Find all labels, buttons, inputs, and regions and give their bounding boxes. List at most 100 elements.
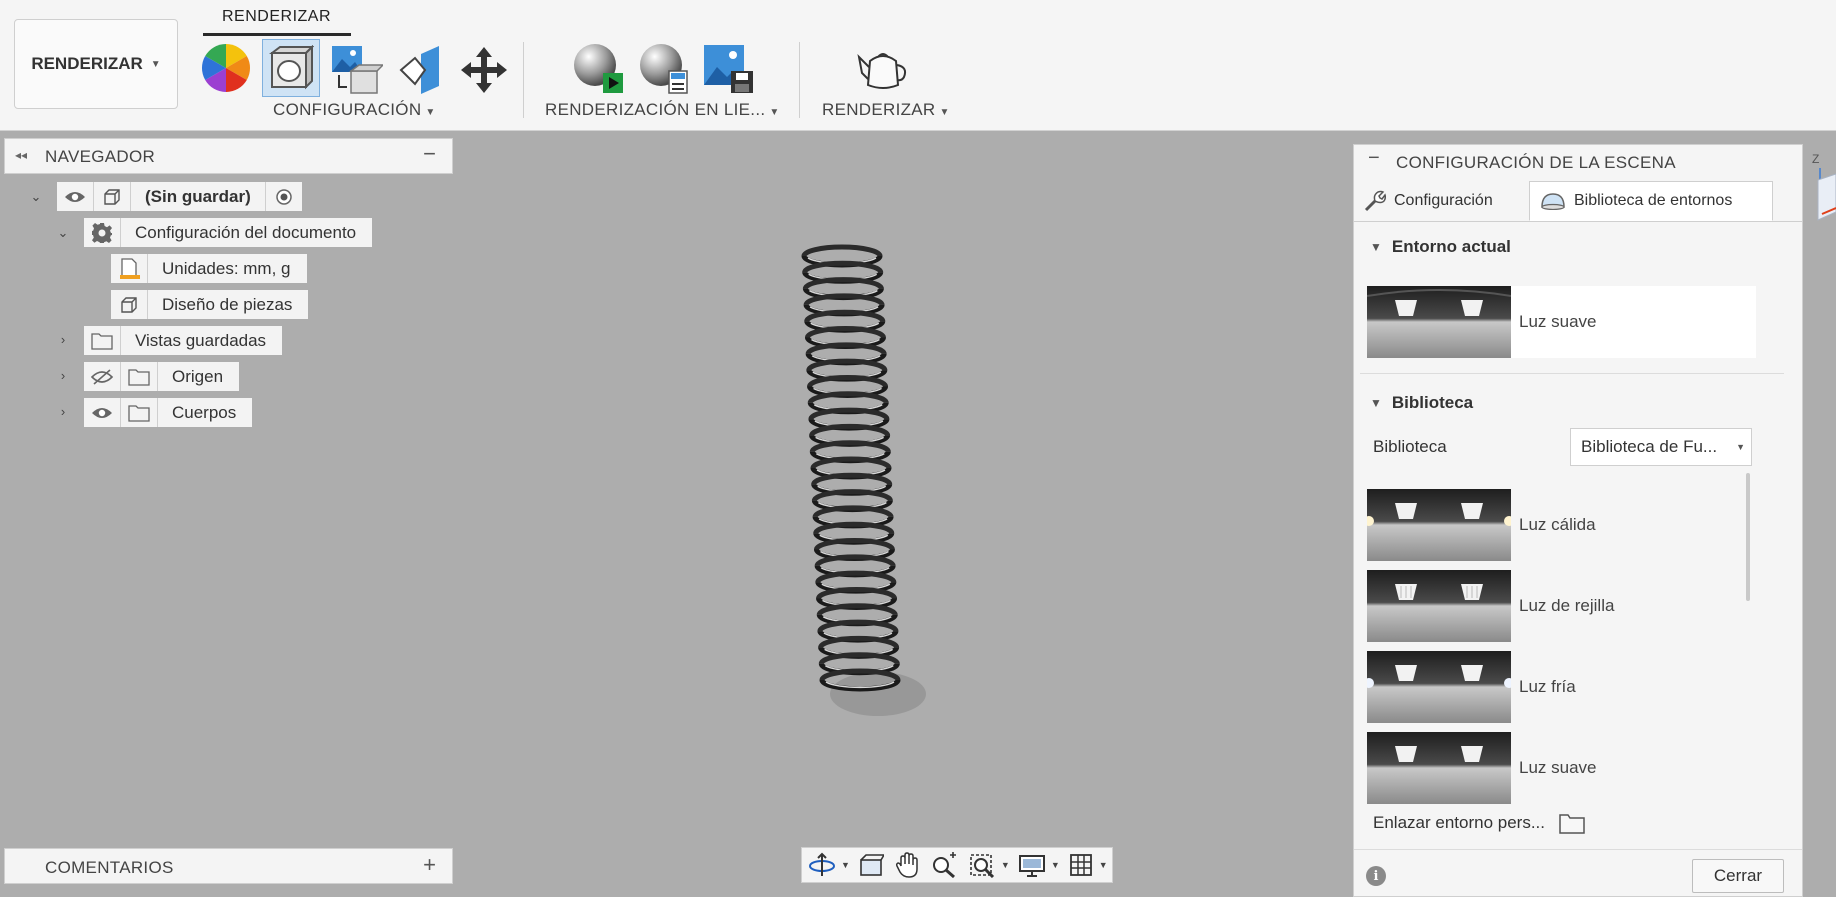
- caret-down-icon: ▼: [939, 107, 950, 118]
- close-button[interactable]: Cerrar: [1692, 859, 1784, 893]
- decal-icon[interactable]: [394, 42, 446, 98]
- navigator-header[interactable]: ◂◂ NAVEGADOR −: [4, 138, 453, 174]
- chevron-down-icon[interactable]: ⌄: [55, 225, 71, 241]
- scene-settings-icon[interactable]: [262, 39, 320, 97]
- workspace-switcher-label: RENDERIZAR: [31, 54, 143, 73]
- caret-down-icon[interactable]: ▼: [1051, 860, 1060, 870]
- spring-model[interactable]: [790, 228, 950, 728]
- library-item-name: Luz suave: [1519, 758, 1597, 777]
- minimize-icon[interactable]: −: [423, 141, 436, 167]
- tab-configuracion[interactable]: Configuración: [1364, 181, 1493, 221]
- spring-coil-back: [807, 391, 889, 404]
- group-configuracion-label[interactable]: CONFIGURACIÓN ▼: [273, 100, 436, 120]
- appearance-icon[interactable]: [200, 42, 252, 94]
- move-icon[interactable]: [456, 42, 512, 98]
- viewcube[interactable]: Z: [1808, 150, 1836, 230]
- tree-item-bodies[interactable]: Cuerpos: [84, 398, 253, 427]
- look-at-icon[interactable]: [858, 850, 884, 880]
- chevron-down-icon[interactable]: ⌄: [28, 189, 44, 205]
- activate-radio-icon[interactable]: [264, 182, 302, 211]
- pan-hand-icon[interactable]: [894, 850, 920, 880]
- minimize-icon[interactable]: −: [1368, 147, 1380, 170]
- texture-map-icon[interactable]: [328, 42, 384, 98]
- add-comment-icon[interactable]: +: [423, 852, 436, 878]
- library-item[interactable]: Luz fría: [1367, 651, 1756, 723]
- tab-biblioteca-de-entornos[interactable]: Biblioteca de entornos: [1529, 181, 1773, 221]
- triangle-down-icon: ▼: [1370, 396, 1382, 410]
- caret-down-icon: ▼: [769, 107, 780, 118]
- group-renderizacion-label[interactable]: RENDERIZACIÓN EN LIE... ▼: [545, 100, 780, 120]
- units-document-icon: [111, 254, 148, 283]
- collapse-panel-icon[interactable]: ◂◂: [15, 148, 27, 162]
- environment-thumbnail: [1367, 286, 1511, 358]
- orbit-icon[interactable]: [808, 850, 836, 880]
- tree-item-units[interactable]: Unidades: mm, g: [111, 254, 307, 283]
- group-renderizar-label[interactable]: RENDERIZAR ▼: [822, 100, 950, 120]
- grid-icon[interactable]: [1068, 850, 1094, 880]
- folder-icon[interactable]: [1559, 812, 1585, 834]
- group-renderizacion-text: RENDERIZACIÓN EN LIE...: [545, 100, 766, 119]
- environment-thumbnail: [1367, 732, 1511, 804]
- link-custom-environment[interactable]: Enlazar entorno pers...: [1373, 812, 1585, 834]
- spring-coil-back: [818, 635, 900, 649]
- caret-down-icon[interactable]: ▼: [1001, 860, 1010, 870]
- render-teapot-icon[interactable]: [855, 42, 911, 98]
- tree-item-root-box: (Sin guardar): [57, 182, 302, 211]
- tab-renderizar[interactable]: RENDERIZAR: [222, 8, 331, 26]
- spring-coil-back: [811, 489, 893, 502]
- in-canvas-render-settings-icon[interactable]: [636, 40, 692, 96]
- tree-item-origin[interactable]: Origen: [84, 362, 240, 391]
- tree-item-saved-views-label: Vistas guardadas: [135, 330, 267, 350]
- library-select[interactable]: Biblioteca de Fu... ▼: [1570, 428, 1752, 466]
- caret-down-icon[interactable]: ▼: [841, 860, 850, 870]
- group-renderizar-text: RENDERIZAR: [822, 100, 936, 119]
- tree-item-design[interactable]: Diseño de piezas: [111, 290, 309, 319]
- library-select-value: Biblioteca de Fu...: [1581, 437, 1718, 456]
- eye-icon[interactable]: [84, 398, 121, 427]
- spring-coil-back: [808, 407, 890, 420]
- gear-icon: [84, 218, 121, 247]
- capture-image-icon[interactable]: [700, 40, 756, 96]
- display-settings-icon[interactable]: [1018, 850, 1046, 880]
- spring-coil-back: [805, 342, 887, 355]
- info-icon[interactable]: i: [1366, 866, 1386, 886]
- caret-down-icon: ▼: [425, 107, 436, 118]
- spring-coil-back: [816, 586, 898, 600]
- library-item[interactable]: Luz suave: [1367, 732, 1756, 804]
- folder-icon: [121, 398, 158, 427]
- current-environment-section[interactable]: ▼ Entorno actual: [1370, 237, 1511, 257]
- tree-item-root-label: (Sin guardar): [145, 186, 251, 206]
- tree-item-document-settings[interactable]: Configuración del documento: [84, 218, 373, 247]
- wrench-icon: [1364, 190, 1386, 212]
- comments-header[interactable]: COMENTARIOS +: [4, 848, 453, 884]
- library-scrollbar[interactable]: [1746, 473, 1750, 601]
- tree-item-saved-views[interactable]: Vistas guardadas: [84, 326, 283, 355]
- spring-coil-back: [810, 456, 892, 469]
- tree-item-root[interactable]: (Sin guardar): [57, 182, 302, 211]
- workspace-switcher-button[interactable]: RENDERIZAR ▼: [14, 19, 178, 109]
- chevron-right-icon[interactable]: ›: [55, 404, 71, 419]
- scene-settings-title: CONFIGURACIÓN DE LA ESCENA: [1396, 153, 1676, 172]
- environment-dome-icon: [1540, 192, 1566, 210]
- chevron-right-icon[interactable]: ›: [55, 332, 71, 347]
- scene-settings-header[interactable]: − CONFIGURACIÓN DE LA ESCENA: [1354, 145, 1802, 179]
- fit-to-window-icon[interactable]: [968, 850, 996, 880]
- eye-icon[interactable]: [57, 182, 94, 211]
- tree-item-bodies-box: Cuerpos: [84, 398, 253, 427]
- comments-title: COMENTARIOS: [45, 858, 174, 877]
- library-item[interactable]: Luz cálida: [1367, 489, 1756, 561]
- spring-coil-back: [802, 260, 884, 273]
- library-section[interactable]: ▼ Biblioteca: [1370, 393, 1473, 413]
- in-canvas-render-icon[interactable]: [570, 40, 626, 96]
- chevron-right-icon[interactable]: ›: [55, 368, 71, 383]
- library-item[interactable]: Luz de rejilla: [1367, 570, 1756, 642]
- eye-hidden-icon[interactable]: [84, 362, 121, 391]
- spring-coil-back: [813, 521, 895, 534]
- environment-thumbnail: [1367, 489, 1511, 561]
- section-divider: [1360, 373, 1784, 374]
- current-environment-item[interactable]: Luz suave: [1367, 286, 1756, 358]
- zoom-icon[interactable]: [930, 850, 958, 880]
- spring-coil-back: [809, 423, 891, 437]
- library-heading: Biblioteca: [1391, 393, 1474, 412]
- caret-down-icon[interactable]: ▼: [1099, 860, 1108, 870]
